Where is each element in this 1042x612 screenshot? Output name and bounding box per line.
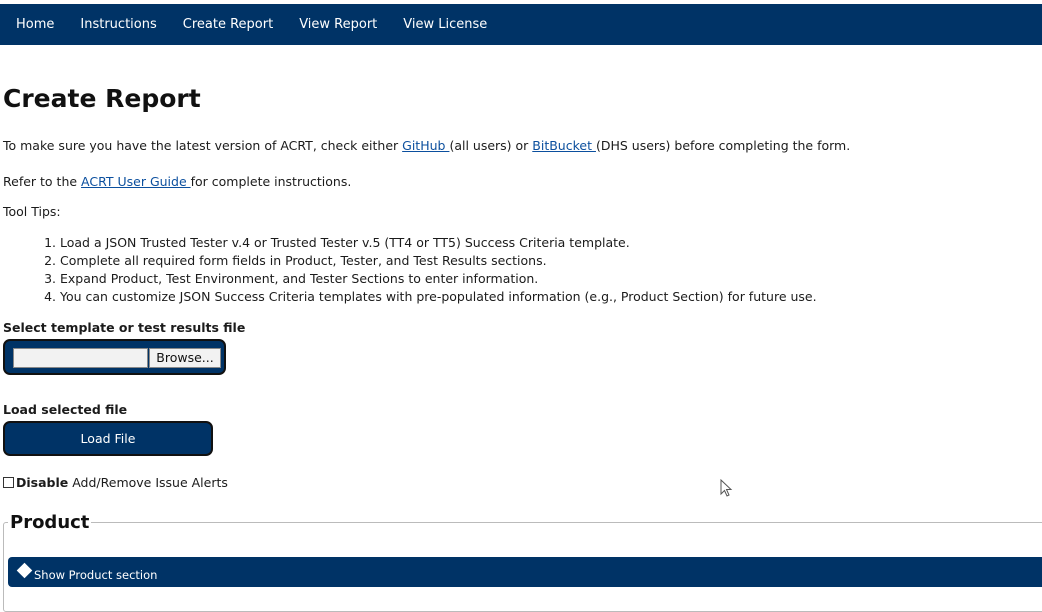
disable-alerts-row: Disable Add/Remove Issue Alerts xyxy=(3,475,228,490)
tip-item: Complete all required form fields in Pro… xyxy=(60,252,817,270)
product-legend: Product xyxy=(10,512,90,533)
nav-view-report[interactable]: View Report xyxy=(299,17,377,32)
nav-view-license[interactable]: View License xyxy=(403,17,487,32)
tip-item: Load a JSON Trusted Tester v.4 or Truste… xyxy=(60,234,817,252)
mouse-pointer-icon xyxy=(720,479,733,497)
tips-list: Load a JSON Trusted Tester v.4 or Truste… xyxy=(3,234,817,306)
bitbucket-link[interactable]: BitBucket xyxy=(532,138,596,153)
diamond-icon xyxy=(16,562,33,579)
tooltips-label: Tool Tips: xyxy=(3,204,61,219)
guide-text: Refer to the ACRT User Guide for complet… xyxy=(3,174,351,189)
user-guide-link[interactable]: ACRT User Guide xyxy=(81,174,191,189)
top-nav: Home Instructions Create Report View Rep… xyxy=(0,4,1042,45)
intro-suffix: (DHS users) before completing the form. xyxy=(595,138,851,153)
browse-button[interactable]: Browse... xyxy=(149,348,221,368)
tip-item: Expand Product, Test Environment, and Te… xyxy=(60,270,817,288)
disable-alerts-label: Add/Remove Issue Alerts xyxy=(68,475,228,490)
tip-item: You can customize JSON Success Criteria … xyxy=(60,288,817,306)
load-file-label: Load selected file xyxy=(3,402,128,417)
disable-alerts-bold-label: Disable xyxy=(16,475,69,490)
show-product-section-button[interactable]: Show Product section xyxy=(8,557,1042,587)
disable-alerts-checkbox[interactable] xyxy=(3,477,14,488)
intro-text: To make sure you have the latest version… xyxy=(3,138,850,153)
github-link[interactable]: GitHub xyxy=(402,138,449,153)
file-select-label: Select template or test results file xyxy=(3,320,246,335)
guide-prefix: Refer to the xyxy=(3,174,82,189)
intro-middle: (all users) or xyxy=(449,138,533,153)
load-file-button[interactable]: Load File xyxy=(3,421,213,456)
show-product-section-label: Show Product section xyxy=(34,568,158,582)
guide-suffix: for complete instructions. xyxy=(190,174,352,189)
file-input-container: Browse... xyxy=(3,339,226,375)
nav-create-report[interactable]: Create Report xyxy=(183,17,273,32)
nav-instructions[interactable]: Instructions xyxy=(80,17,156,32)
page-title: Create Report xyxy=(3,84,201,113)
file-input-field[interactable] xyxy=(13,348,148,368)
intro-prefix: To make sure you have the latest version… xyxy=(3,138,403,153)
nav-home[interactable]: Home xyxy=(16,17,54,32)
